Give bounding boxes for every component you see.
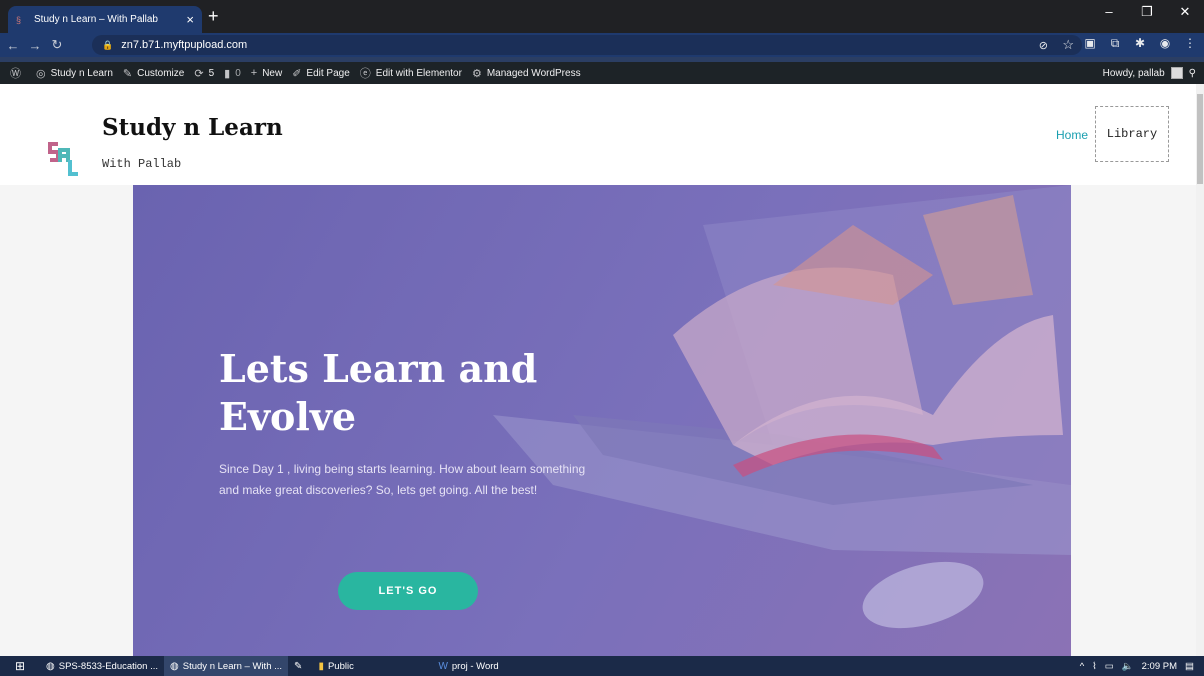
taskbar-item-label: proj - Word bbox=[451, 660, 499, 672]
wp-admin-bar: Ⓦ ◎ Study n Learn ✎ Customize ⟳ 5 ▮ 0 + New ✐… bbox=[0, 62, 1204, 84]
nav-library[interactable]: Library bbox=[1095, 106, 1169, 162]
tray-chevron-icon[interactable]: ^ bbox=[1080, 661, 1084, 672]
lock-icon: 🔒 bbox=[102, 39, 114, 50]
hero-section: Lets Learn and Evolve Since Day 1 , livi… bbox=[133, 185, 1071, 656]
search-icon[interactable]: ⚲ bbox=[1189, 68, 1196, 79]
extension-icon[interactable]: ⧉ bbox=[1107, 36, 1123, 51]
extension-icon[interactable]: ▣ bbox=[1082, 36, 1098, 51]
taskbar-item[interactable]: ✎ bbox=[288, 656, 312, 676]
word-icon: W bbox=[438, 660, 448, 672]
taskbar-item-label: SPS-8533-Education ... bbox=[58, 660, 159, 672]
taskbar-item[interactable]: ◍ Study n Learn – With ... bbox=[164, 656, 289, 676]
admin-site-label: Study n Learn bbox=[50, 67, 113, 79]
site-title[interactable]: Study n Learn bbox=[102, 114, 283, 141]
taskbar-item-label: Public bbox=[327, 660, 354, 672]
notifications-icon[interactable]: ▤ bbox=[1185, 661, 1194, 672]
taskbar-item[interactable]: ▮ Public bbox=[312, 656, 432, 676]
reload-icon[interactable]: ↻ bbox=[48, 37, 66, 53]
tab-close-icon[interactable]: × bbox=[186, 12, 194, 27]
edit-page-label: Edit Page bbox=[306, 67, 350, 79]
elementor-icon: ⓔ bbox=[359, 68, 371, 80]
chrome-icon: ◍ bbox=[46, 660, 55, 672]
minimize-icon[interactable]: – bbox=[1090, 0, 1128, 26]
comments-count: 0 bbox=[235, 67, 241, 79]
browser-tab-strip: § Study n Learn – With Pallab × + – ❐ ✕ bbox=[0, 0, 1204, 33]
site-logo-icon[interactable] bbox=[44, 138, 82, 182]
hero-heading: Lets Learn and Evolve bbox=[219, 345, 539, 441]
elementor-label: Edit with Elementor bbox=[375, 67, 462, 79]
lets-go-button[interactable]: LET'S GO bbox=[338, 572, 478, 610]
updates-icon: ⟳ bbox=[194, 67, 204, 80]
gear-icon: ⚙ bbox=[471, 67, 482, 80]
nav-home[interactable]: Home bbox=[1056, 128, 1088, 142]
folder-icon: ▮ bbox=[318, 660, 324, 672]
dashboard-icon: ◎ bbox=[36, 67, 46, 80]
plus-icon: + bbox=[250, 67, 258, 79]
customize-link[interactable]: ✎ Customize bbox=[123, 67, 184, 80]
browser-toolbar: ← → ↻ 🔒 zn7.b71.myftpupload.com ⊘ ☆ ▣ ⧉ … bbox=[0, 33, 1204, 57]
new-link[interactable]: + New bbox=[251, 67, 282, 79]
browser-tab[interactable]: § Study n Learn – With Pallab × bbox=[8, 6, 202, 33]
new-tab-button[interactable]: + bbox=[208, 6, 219, 26]
windows-start-icon[interactable]: ⊞ bbox=[0, 659, 40, 673]
restore-icon[interactable]: ❐ bbox=[1128, 0, 1166, 26]
bookmark-star-icon[interactable]: ☆ bbox=[1062, 37, 1074, 53]
forward-icon[interactable]: → bbox=[26, 38, 44, 53]
site-favicon-icon: § bbox=[16, 14, 22, 25]
taskbar-item-label: Study n Learn – With ... bbox=[182, 660, 283, 672]
brush-icon: ✎ bbox=[122, 67, 133, 80]
paint-icon: ✎ bbox=[294, 660, 303, 672]
profile-avatar-icon[interactable]: ◉ bbox=[1157, 36, 1173, 51]
volume-icon[interactable]: 🔈 bbox=[1122, 661, 1134, 672]
hero-text: Since Day 1 , living being starts learni… bbox=[219, 462, 586, 497]
window-controls: – ❐ ✕ bbox=[1090, 0, 1204, 26]
system-tray: ^ ⌇ ▭ 🔈 2:09 PM ▤ bbox=[1080, 661, 1194, 672]
clock[interactable]: 2:09 PM bbox=[1142, 661, 1177, 672]
hero-heading-line1: Lets Learn and bbox=[219, 346, 538, 391]
admin-site-link[interactable]: ◎ Study n Learn bbox=[36, 67, 113, 80]
comments-link[interactable]: ▮ 0 bbox=[224, 67, 241, 80]
pencil-icon: ✐ bbox=[292, 67, 302, 80]
page-scrollbar[interactable] bbox=[1196, 84, 1204, 656]
managed-label: Managed WordPress bbox=[486, 67, 581, 79]
extensions-area: ▣ ⧉ ✱ ◉ ⋮ bbox=[1082, 36, 1198, 51]
wp-logo-icon[interactable]: Ⓦ bbox=[10, 65, 26, 81]
chrome-icon: ◍ bbox=[170, 660, 179, 672]
customize-label: Customize bbox=[137, 67, 185, 79]
edit-page-link[interactable]: ✐ Edit Page bbox=[292, 67, 350, 80]
battery-icon[interactable]: ▭ bbox=[1105, 661, 1114, 672]
elementor-link[interactable]: ⓔ Edit with Elementor bbox=[360, 65, 462, 81]
back-icon[interactable]: ← bbox=[4, 38, 22, 53]
hero-heading-line2: Evolve bbox=[219, 394, 357, 439]
updates-count: 5 bbox=[208, 67, 215, 79]
site-tagline: With Pallab bbox=[102, 157, 182, 171]
tracking-eye-icon[interactable]: ⊘ bbox=[1039, 39, 1048, 52]
url-text: zn7.b71.myftpupload.com bbox=[121, 39, 248, 51]
address-bar[interactable]: 🔒 zn7.b71.myftpupload.com ⊘ ☆ bbox=[92, 35, 1082, 55]
comment-icon: ▮ bbox=[224, 67, 231, 80]
windows-taskbar: ⊞ ◍ SPS-8533-Education ... ◍ Study n Learn… bbox=[0, 656, 1204, 676]
taskbar-item[interactable]: ◍ SPS-8533-Education ... bbox=[40, 656, 164, 676]
menu-kebab-icon[interactable]: ⋮ bbox=[1182, 36, 1198, 51]
new-label: New bbox=[262, 67, 283, 79]
avatar bbox=[1170, 67, 1183, 79]
howdy-label: Howdy, pallab bbox=[1102, 67, 1165, 79]
scrollbar-thumb[interactable] bbox=[1197, 94, 1203, 184]
updates-link[interactable]: ⟳ 5 bbox=[194, 67, 214, 80]
puzzle-icon[interactable]: ✱ bbox=[1132, 36, 1148, 51]
managed-wp-link[interactable]: ⚙ Managed WordPress bbox=[472, 67, 581, 80]
tab-title: Study n Learn – With Pallab bbox=[34, 14, 158, 25]
close-window-icon[interactable]: ✕ bbox=[1166, 0, 1204, 26]
taskbar-item[interactable]: Wproj - Word bbox=[432, 656, 504, 676]
admin-account[interactable]: Howdy, pallab ⚲ bbox=[1103, 67, 1196, 79]
wifi-icon[interactable]: ⌇ bbox=[1092, 661, 1097, 672]
